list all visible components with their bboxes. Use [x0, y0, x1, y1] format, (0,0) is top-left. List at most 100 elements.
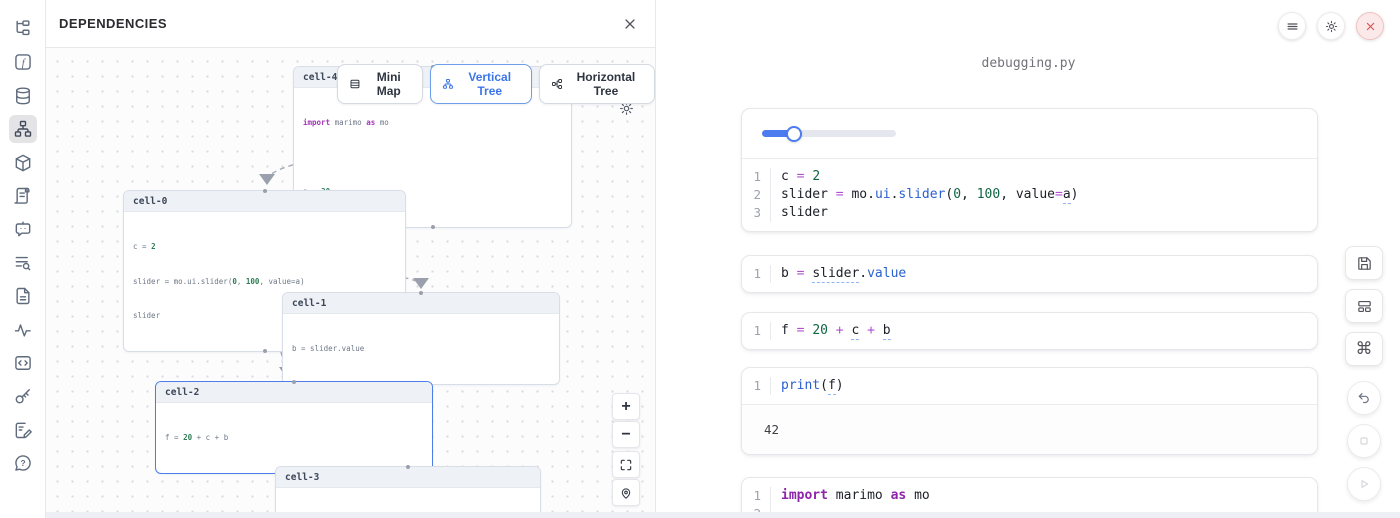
cell-output-slider [742, 109, 1317, 159]
tracing-icon [13, 320, 33, 340]
code-line: 1f = 20 + c + b [742, 322, 1317, 340]
graph-code-line [303, 152, 562, 164]
packages-icon [13, 153, 33, 173]
vertical-tree-label: Vertical Tree [460, 70, 520, 98]
gear-icon [1324, 19, 1339, 34]
line-number: 1 [742, 377, 770, 395]
notebook-area: debugging.py 1c = 2 2slider = mo.ui.slid… [657, 0, 1400, 518]
undo-button[interactable] [1347, 381, 1381, 415]
sidebar-item-functions[interactable]: f [9, 48, 37, 76]
stop-button[interactable] [1347, 424, 1381, 458]
sidebar-item-secrets[interactable] [9, 382, 37, 410]
zoom-in-button[interactable]: + [612, 393, 640, 420]
graph-node-title: cell-2 [156, 382, 432, 403]
functions-icon: f [13, 52, 33, 72]
datasources-icon [13, 86, 33, 106]
notebook-cell-f: 1f = 20 + c + b [741, 312, 1318, 350]
bottom-scrollbar-track[interactable] [46, 512, 1400, 518]
sidebar-item-documentation[interactable] [9, 282, 37, 310]
dependency-graph-canvas[interactable]: cell-4 import marimo as mo a = 20 cell-0… [46, 48, 655, 512]
cell-editor[interactable]: 1b = slider.value [742, 256, 1317, 292]
horizontal-tree-button[interactable]: Horizontal Tree [539, 64, 655, 104]
code-text: c = 2 [770, 168, 820, 186]
file-explorer-icon [13, 19, 33, 39]
close-panel-button[interactable] [622, 16, 638, 32]
notebook-cell-slider: 1c = 2 2slider = mo.ui.slider(0, 100, va… [741, 108, 1318, 232]
marimo-app-window: f ? DEPENDENCIES [0, 0, 1400, 518]
sidebar-item-file-explorer[interactable] [9, 15, 37, 43]
chat-icon [13, 219, 33, 239]
sidebar-item-snippets[interactable] [9, 349, 37, 377]
sidebar-item-dependencies[interactable] [9, 115, 37, 143]
sidebar-item-packages[interactable] [9, 149, 37, 177]
line-number: 1 [742, 487, 770, 505]
keyboard-shortcuts-button[interactable]: ⌘ [1345, 332, 1383, 366]
layout-button[interactable] [1345, 289, 1383, 323]
code-text: f = 20 + c + b [770, 322, 891, 340]
graph-view-toolbar: Mini Map Vertical Tree Horizontal Tree [337, 64, 655, 104]
center-selection-button[interactable] [612, 479, 640, 506]
code-line: 1c = 2 [742, 168, 1317, 186]
mini-map-button[interactable]: Mini Map [337, 64, 423, 104]
mini-map-label: Mini Map [367, 70, 411, 98]
svg-text:f: f [21, 57, 26, 69]
vertical-tree-button[interactable]: Vertical Tree [430, 64, 532, 104]
sidebar-item-scratchpad[interactable] [9, 416, 37, 444]
menu-icon [1285, 19, 1300, 34]
graph-node-cell-3[interactable]: cell-3 print(f) [275, 466, 541, 512]
sidebar-item-help[interactable]: ? [9, 449, 37, 477]
line-number: 2 [742, 186, 770, 204]
code-text: slider = mo.ui.slider(0, 100, value=a) [770, 186, 1078, 204]
scratchpad-icon [13, 420, 33, 440]
save-button[interactable] [1345, 246, 1383, 280]
run-button[interactable] [1347, 467, 1381, 501]
slider-track[interactable] [762, 130, 896, 137]
help-icon: ? [13, 453, 33, 473]
shutdown-button[interactable] [1356, 12, 1384, 40]
fit-view-button[interactable] [612, 451, 640, 478]
code-text: import marimo as mo [770, 487, 930, 505]
outline-icon [13, 186, 33, 206]
map-pin-icon [619, 486, 633, 500]
code-text: b = slider.value [770, 265, 906, 283]
code-line: 1print(f) [742, 377, 1317, 395]
dependencies-icon [13, 119, 33, 139]
cell-editor[interactable]: 1c = 2 2slider = mo.ui.slider(0, 100, va… [742, 159, 1317, 231]
graph-code-line: c = 2 [133, 241, 396, 253]
graph-node-cell-1[interactable]: cell-1 b = slider.value [282, 292, 560, 385]
horizontal-tree-icon [551, 77, 563, 91]
sidebar-icon-rail: f ? [0, 0, 46, 518]
logs-icon [13, 253, 33, 273]
sidebar-item-outline[interactable] [9, 182, 37, 210]
notebook-filename: debugging.py [657, 56, 1400, 71]
sidebar-item-logs[interactable] [9, 249, 37, 277]
shutdown-close-icon [1363, 19, 1378, 34]
code-text: print(f) [770, 377, 844, 395]
secrets-icon [13, 386, 33, 406]
slider-thumb[interactable] [786, 126, 802, 142]
code-line: 3slider [742, 204, 1317, 222]
sidebar-item-tracing[interactable] [9, 316, 37, 344]
code-line: 1b = slider.value [742, 265, 1317, 283]
graph-node-cell-2[interactable]: cell-2 f = 20 + c + b [155, 381, 433, 474]
arrowhead [413, 278, 429, 289]
dependencies-panel: DEPENDENCIES [46, 0, 656, 518]
run-icon [1356, 476, 1372, 492]
panel-title: DEPENDENCIES [59, 16, 167, 31]
notebook-settings-button[interactable] [1317, 12, 1345, 40]
graph-code-line: import marimo as mo [303, 117, 562, 129]
sidebar-item-datasources[interactable] [9, 82, 37, 110]
notebook-menu-button[interactable] [1278, 12, 1306, 40]
snippets-icon [13, 353, 33, 373]
code-line: 2slider = mo.ui.slider(0, 100, value=a) [742, 186, 1317, 204]
documentation-icon [13, 286, 33, 306]
code-line: 1import marimo as mo [742, 487, 1317, 505]
stop-icon [1356, 433, 1372, 449]
sidebar-item-chat[interactable] [9, 215, 37, 243]
cell-editor[interactable]: 1f = 20 + c + b [742, 313, 1317, 349]
graph-node-title: cell-3 [276, 467, 540, 488]
cell-editor[interactable]: 1print(f) [742, 368, 1317, 404]
zoom-out-button[interactable]: − [612, 421, 640, 448]
svg-text:?: ? [20, 458, 25, 468]
graph-zoom-controls: + − [612, 393, 640, 506]
